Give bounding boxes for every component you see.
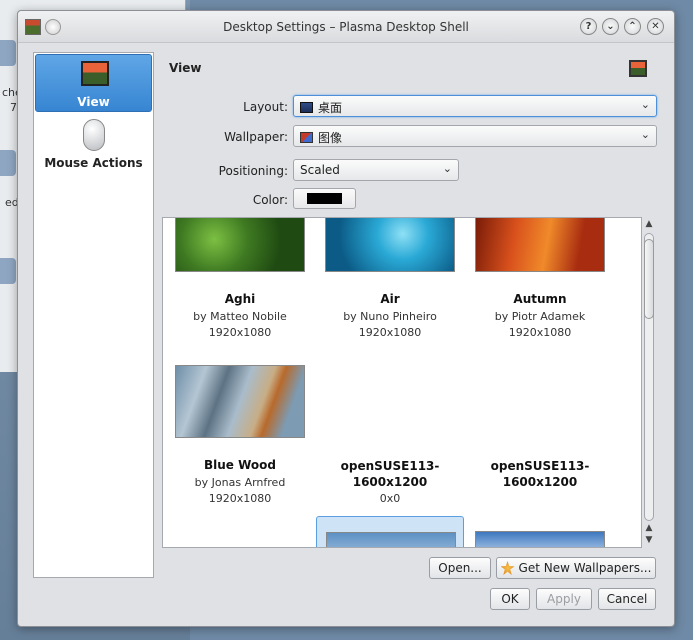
- star-icon: [500, 561, 515, 575]
- chevron-down-icon: ⌄: [640, 98, 650, 111]
- layout-value: 桌面: [318, 101, 343, 115]
- desktop-icon: [300, 102, 313, 113]
- page-title: View: [169, 61, 202, 75]
- wallpaper-name: Autumn: [513, 292, 567, 306]
- wallpaper-tile-air[interactable]: Air by Nuno Pinheiro 1920x1080: [316, 218, 464, 358]
- help-button[interactable]: ?: [580, 18, 597, 35]
- wallpaper-tile-opensuse-2[interactable]: openSUSE113-1600x1200: [466, 364, 614, 514]
- chevron-down-icon: ⌄: [640, 128, 650, 141]
- wallpaper-author: by Piotr Adamek: [494, 310, 586, 323]
- wallpaper-thumbnail: [326, 532, 456, 547]
- ok-button[interactable]: OK: [490, 588, 530, 610]
- positioning-value: Scaled: [300, 163, 340, 177]
- color-button[interactable]: [293, 188, 356, 209]
- wallpaper-name: Aghi: [224, 292, 256, 306]
- wallpaper-label: Wallpaper:: [224, 130, 288, 144]
- wallpaper-tile-selected[interactable]: [316, 516, 464, 547]
- mouse-icon: [83, 119, 105, 151]
- wallpaper-name: Blue Wood: [203, 458, 276, 472]
- wallpaper-name: Air: [380, 292, 400, 306]
- page-list: View Mouse Actions: [33, 52, 154, 578]
- wallpaper-thumbnail: [175, 365, 305, 438]
- page-item-label: Mouse Actions: [44, 156, 143, 170]
- wallpaper-author: by Nuno Pinheiro: [343, 310, 437, 323]
- apply-button[interactable]: Apply: [536, 588, 592, 610]
- scroll-handle[interactable]: [644, 239, 654, 319]
- wallpaper-combo[interactable]: 图像 ⌄: [293, 125, 657, 147]
- positioning-combo[interactable]: Scaled ⌄: [293, 159, 459, 181]
- cancel-button[interactable]: Cancel: [598, 588, 656, 610]
- get-new-wallpapers-button[interactable]: Get New Wallpapers...: [496, 557, 656, 579]
- monitor-icon: [81, 61, 109, 86]
- background-icon: [0, 40, 16, 66]
- wallpaper-resolution: 1920x1080: [358, 326, 422, 339]
- layout-label: Layout:: [243, 100, 288, 114]
- wallpaper-resolution: 1920x1080: [508, 326, 572, 339]
- page-item-view[interactable]: View: [35, 54, 152, 112]
- scroll-up-arrow-icon[interactable]: ▲: [643, 523, 655, 535]
- wallpaper-tile-opensuse-1[interactable]: openSUSE113-1600x1200 0x0: [316, 364, 464, 514]
- chevron-down-icon: ⌄: [442, 162, 452, 175]
- wallpaper-thumbnail: [325, 218, 455, 272]
- wallpaper-thumbnail: [475, 531, 605, 547]
- open-button[interactable]: Open...: [429, 557, 491, 579]
- wallpaper-tile-blue-wood[interactable]: Blue Wood by Jonas Arnfred 1920x1080: [166, 364, 314, 514]
- wallpaper-tile[interactable]: [466, 516, 614, 547]
- grid-scrollbar[interactable]: ▲ ▲ ▼: [642, 217, 656, 548]
- titlebar[interactable]: Desktop Settings – Plasma Desktop Shell …: [18, 11, 674, 43]
- scroll-down-arrow-icon[interactable]: ▼: [643, 535, 655, 547]
- wallpaper-resolution: 1920x1080: [208, 326, 272, 339]
- wallpaper-author: by Matteo Nobile: [193, 310, 287, 323]
- get-new-wallpapers-label: Get New Wallpapers...: [518, 561, 652, 575]
- close-button[interactable]: ✕: [647, 18, 664, 35]
- window-title: Desktop Settings – Plasma Desktop Shell: [223, 20, 469, 34]
- wallpaper-tile-autumn[interactable]: Autumn by Piotr Adamek 1920x1080: [466, 218, 614, 358]
- wallpaper-name: openSUSE113-1600x1200: [340, 459, 440, 489]
- wallpaper-tile-aghi[interactable]: Aghi by Matteo Nobile 1920x1080: [166, 218, 314, 358]
- page-item-mouse-actions[interactable]: Mouse Actions: [35, 115, 152, 175]
- page-item-label: View: [77, 95, 110, 109]
- wallpaper-resolution: 1920x1080: [208, 492, 272, 505]
- monitor-icon: [629, 60, 647, 77]
- scroll-up-arrow-icon[interactable]: ▲: [643, 219, 655, 231]
- color-swatch: [307, 193, 342, 204]
- wallpaper-name: openSUSE113-1600x1200: [490, 459, 590, 489]
- maximize-button[interactable]: ⌃: [624, 18, 641, 35]
- desktop-settings-window: Desktop Settings – Plasma Desktop Shell …: [17, 10, 675, 627]
- layout-combo[interactable]: 桌面 ⌄: [293, 95, 657, 117]
- background-text-2: 7: [10, 101, 17, 114]
- wallpaper-author: by Jonas Arnfred: [194, 476, 286, 489]
- wallpaper-thumbnail: [475, 218, 605, 272]
- positioning-label: Positioning:: [218, 164, 288, 178]
- wallpaper-grid[interactable]: Aghi by Matteo Nobile 1920x1080 Air by N…: [162, 217, 642, 548]
- background-icon: [0, 258, 16, 284]
- image-icon: [300, 132, 313, 143]
- color-label: Color:: [252, 193, 288, 207]
- wallpaper-thumbnail: [175, 218, 305, 272]
- minimize-button[interactable]: ⌄: [602, 18, 619, 35]
- wallpaper-resolution: 0x0: [379, 492, 401, 505]
- background-icon: [0, 150, 16, 176]
- wallpaper-value: 图像: [318, 131, 343, 145]
